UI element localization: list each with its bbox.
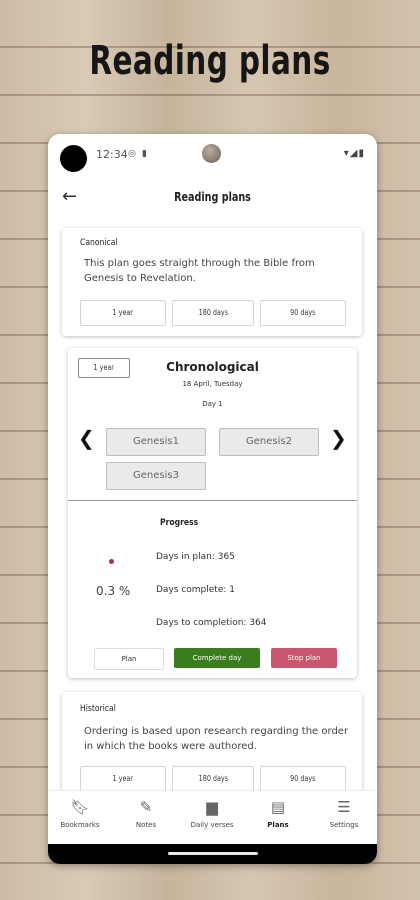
chapter-button[interactable]: Genesis1 — [106, 428, 206, 456]
duration-90-days-button[interactable]: 90 days — [260, 766, 346, 792]
nav-daily-verses[interactable]: ▆ Daily verses — [180, 797, 244, 829]
nav-bookmarks[interactable]: 🔖︎ Bookmarks — [48, 797, 112, 829]
plan-card-historical: Historical Ordering is based upon resear… — [62, 692, 362, 802]
bookmark-icon: 🔖︎ — [70, 798, 90, 816]
front-sensor — [202, 144, 221, 163]
app-bar: ← Reading plans — [48, 178, 377, 218]
days-complete: Days complete: 1 — [156, 585, 235, 595]
duration-1-year-button[interactable]: 1 year — [80, 766, 166, 792]
nav-notes[interactable]: ✎ Notes — [114, 797, 178, 829]
nav-plans[interactable]: ▤ Plans — [246, 797, 310, 829]
sliders-icon: ☰ — [337, 798, 351, 816]
arrow-back-icon[interactable]: ← — [62, 186, 77, 207]
plan-card-chronological: 1 year Chronological 18 April, Tuesday D… — [68, 348, 357, 678]
battery-icon: ▮ — [358, 148, 365, 159]
sync-icon: ◎ — [128, 149, 136, 159]
chat-icon: ▆ — [206, 798, 218, 816]
status-bar: 12:34 ◎ ▮ ▾◢▮ — [48, 134, 377, 176]
progress-indicator-dot — [109, 559, 114, 564]
gesture-area — [48, 844, 377, 864]
calendar-icon: ▤ — [270, 798, 286, 816]
duration-90-days-button[interactable]: 90 days — [260, 300, 346, 326]
chapter-button[interactable]: Genesis3 — [106, 462, 206, 490]
duration-180-days-button[interactable]: 180 days — [172, 300, 254, 326]
status-time: 12:34 — [96, 148, 128, 161]
camera-cutout — [60, 145, 87, 172]
bottom-navigation: 🔖︎ Bookmarks ✎ Notes ▆ Daily verses ▤ Pl… — [48, 790, 377, 845]
system-icons: ▾◢▮ — [344, 148, 365, 159]
days-in-plan: Days in plan: 365 — [156, 552, 235, 562]
chapter-button[interactable]: Genesis2 — [219, 428, 319, 456]
plan-description: This plan goes straight through the Bibl… — [84, 258, 315, 284]
plan-card-canonical: Canonical This plan goes straight throug… — [62, 228, 362, 336]
sd-card-icon: ▮ — [142, 149, 147, 159]
plan-day: Day 1 — [202, 400, 223, 408]
plan-title: Chronological — [166, 360, 259, 374]
duration-180-days-button[interactable]: 180 days — [172, 766, 254, 792]
duration-1-year-button[interactable]: 1 year — [80, 300, 166, 326]
days-to-completion: Days to completion: 364 — [156, 618, 267, 628]
complete-day-button[interactable]: Complete day — [174, 648, 260, 668]
phone-screen: 12:34 ◎ ▮ ▾◢▮ ← Reading plans Canonical … — [48, 134, 377, 864]
previous-day-icon[interactable]: ❮ — [78, 426, 95, 450]
plan-date: 18 April, Tuesday — [182, 380, 243, 388]
nav-settings[interactable]: ☰ Settings — [312, 797, 376, 829]
plan-button[interactable]: Plan — [94, 648, 164, 670]
next-day-icon[interactable]: ❯ — [330, 426, 347, 450]
divider — [68, 500, 357, 501]
plan-label: Canonical — [80, 238, 118, 248]
progress-title: Progress — [160, 518, 199, 528]
page-title: Reading plans — [174, 190, 251, 204]
plan-label: Historical — [80, 704, 116, 714]
page-banner-title: Reading plans — [89, 38, 331, 84]
pencil-icon: ✎ — [139, 798, 153, 816]
stop-plan-button[interactable]: Stop plan — [271, 648, 337, 668]
plan-description: Ordering is based upon research regardin… — [84, 726, 349, 752]
progress-percent: 0.3 % — [96, 584, 131, 598]
home-indicator[interactable] — [168, 852, 258, 855]
